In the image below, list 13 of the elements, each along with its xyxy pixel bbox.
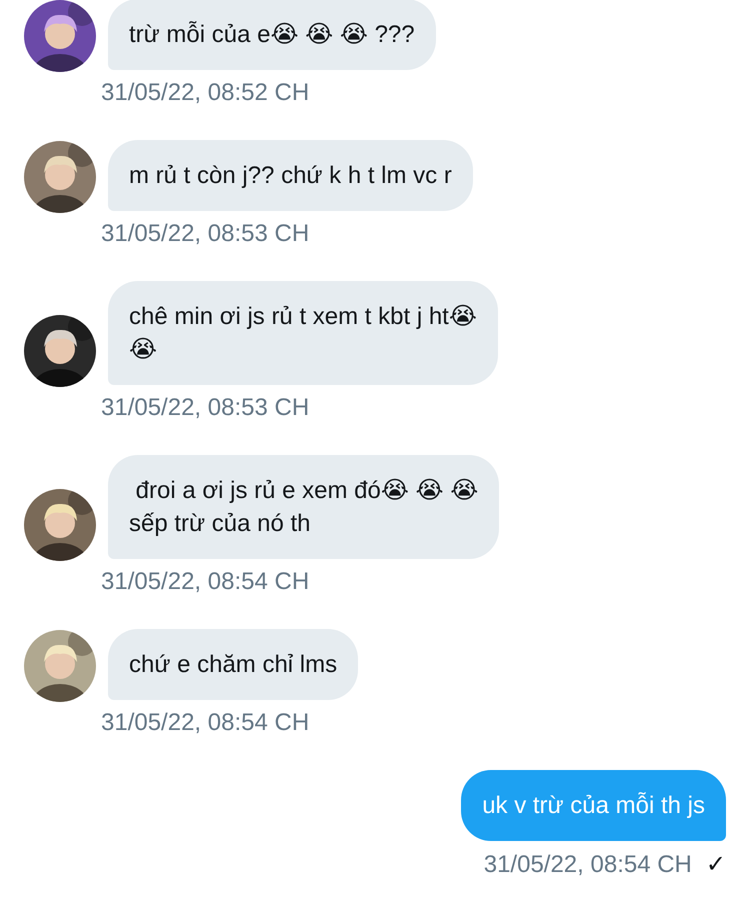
message-bubble: chê min ơi js rủ t xem t kbt j ht😭 😭: [108, 281, 498, 385]
timestamp: 31/05/22, 08:54 CH: [484, 850, 692, 878]
timestamp: 31/05/22, 08:54 CH: [101, 568, 310, 596]
read-receipt: ✓: [706, 850, 726, 879]
timestamp: 31/05/22, 08:52 CH: [101, 79, 310, 107]
message-bubble: uk v trừ của mỗi th js: [461, 770, 726, 841]
message-bubble: trừ mỗi của e😭 😭 😭 ???: [108, 0, 436, 70]
message-bubble: m rủ t còn j?? chứ k h t lm vc r: [108, 140, 473, 211]
timestamp: 31/05/22, 08:53 CH: [101, 220, 310, 248]
timestamp: 31/05/22, 08:54 CH: [101, 709, 310, 737]
message-bubble: đroi a ơi js rủ e xem đó😭 😭 😭 sếp trừ của nó th: [108, 455, 500, 559]
message-bubble: chứ e chăm chỉ lms: [108, 629, 358, 700]
timestamp: 31/05/22, 08:53 CH: [101, 394, 310, 422]
